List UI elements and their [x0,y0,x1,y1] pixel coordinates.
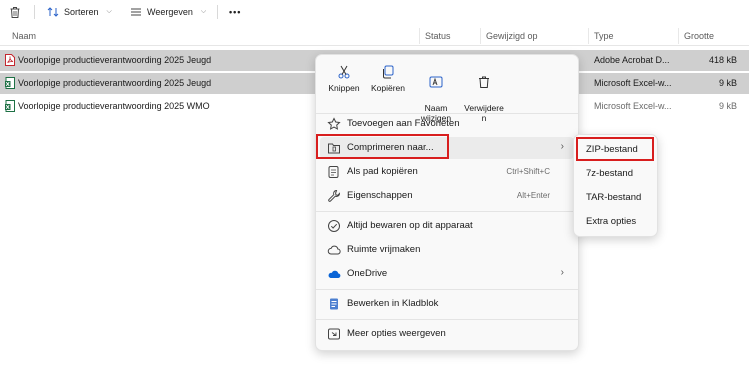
column-divider[interactable] [480,28,481,44]
menu-item-label: Ruimte vrijmaken [347,244,421,255]
check-circle-icon [328,220,340,232]
command-bar: Sorteren ⌵ Weergeven ⌵ ••• [0,0,749,24]
file-name: Voorlopige productieverantwoording 2025 … [18,78,212,88]
chevron-down-icon: ⌵ [106,8,112,15]
submenu-item-label: 7z-bestand [586,168,634,179]
menu-divider [316,319,578,320]
chevron-right-icon: › [560,267,564,278]
column-size[interactable]: Grootte [684,31,714,41]
menu-divider [316,211,578,212]
view-label: Weergeven [147,7,193,17]
submenu-item-tar[interactable]: TAR-bestand [578,187,653,208]
submenu-item-label: TAR-bestand [586,192,642,203]
highlight-box [576,137,654,161]
column-divider[interactable] [419,28,420,44]
menu-item-label: Bewerken in Kladblok [347,298,439,309]
menu-item-free-up-space[interactable]: Ruimte vrijmaken [320,239,574,261]
more-options-icon [328,328,340,340]
column-status[interactable]: Status [425,31,451,41]
menu-item-edit-notepad[interactable]: Bewerken in Kladblok [320,293,574,315]
menu-item-label: Eigenschappen [347,190,413,201]
submenu-item-label: Extra opties [586,216,637,227]
sort-icon [47,7,59,17]
view-icon [131,8,141,16]
copy-label: Kopiëren [370,83,406,93]
menu-item-properties[interactable]: Eigenschappen Alt+Enter [320,185,574,207]
highlight-box [316,134,449,159]
cloud-icon [327,245,341,255]
excel-icon [5,77,15,89]
file-type: Adobe Acrobat D... [594,55,670,65]
shortcut-text: Alt+Enter [516,191,550,200]
menu-divider [316,289,578,290]
file-size: 9 kB [718,101,737,111]
scissors-icon [338,65,350,79]
column-divider[interactable] [678,28,679,44]
context-menu: Knippen Kopiëren Naam wijzigen Verwijder… [315,54,579,351]
menu-item-keep-on-device[interactable]: Altijd bewaren op dit apparaat [320,215,574,237]
sort-button[interactable]: Sorteren ⌵ [47,4,112,20]
delete-button[interactable]: Verwijdere n [462,61,506,123]
onedrive-icon [328,270,341,279]
notepad-icon [330,298,338,310]
file-name: Voorlopige productieverantwoording 2025 … [18,101,210,111]
column-divider[interactable] [588,28,589,44]
delete-toolbar-button[interactable] [9,4,21,20]
more-icon: ••• [229,7,242,17]
submenu-item-extra-options[interactable]: Extra opties [578,211,653,232]
rename-icon [429,76,443,88]
wrench-icon [328,189,341,202]
column-type[interactable]: Type [594,31,614,41]
menu-item-more-options[interactable]: Meer opties weergeven [320,323,574,345]
view-button[interactable]: Weergeven ⌵ [130,4,206,20]
cut-button[interactable]: Knippen [322,61,366,113]
path-icon [328,166,339,178]
more-button[interactable]: ••• [229,4,241,20]
file-size: 9 kB [718,78,737,88]
cut-label: Knippen [328,83,360,93]
toolbar-divider [34,5,35,19]
file-type: Microsoft Excel-w... [594,78,672,88]
file-name: Voorlopige productieverantwoording 2025 … [18,55,212,65]
pdf-icon [5,54,15,66]
rename-button[interactable]: Naam wijzigen [414,61,458,123]
sort-label: Sorteren [64,7,99,17]
submenu-item-7z[interactable]: 7z-bestand [578,163,653,184]
column-modified[interactable]: Gewijzigd op [486,31,538,41]
menu-item-label: Als pad kopiëren [347,166,418,177]
chevron-down-icon: ⌵ [200,8,207,15]
toolbar-divider [217,5,218,19]
menu-item-label: Toevoegen aan Favorieten [347,118,460,129]
trash-icon [10,6,20,18]
menu-item-label: Altijd bewaren op dit apparaat [347,220,473,231]
file-type: Microsoft Excel-w... [594,101,672,111]
file-size: 418 kB [708,55,737,65]
menu-item-copy-path[interactable]: Als pad kopiëren Ctrl+Shift+C [320,161,574,183]
copy-button[interactable]: Kopiëren [366,61,410,113]
menu-item-label: OneDrive [347,268,388,279]
column-name[interactable]: Naam [12,31,36,41]
copy-icon [383,65,394,79]
excel-icon [5,100,15,112]
menu-item-favorites[interactable]: Toevoegen aan Favorieten [320,113,574,135]
menu-item-onedrive[interactable]: OneDrive › [320,263,574,285]
shortcut-text: Ctrl+Shift+C [506,167,550,176]
trash-icon [479,76,489,88]
menu-item-label: Meer opties weergeven [347,328,446,339]
star-icon [327,117,341,130]
column-header: Naam Status Gewijzigd op Type Grootte [0,28,749,46]
chevron-right-icon: › [560,141,564,152]
